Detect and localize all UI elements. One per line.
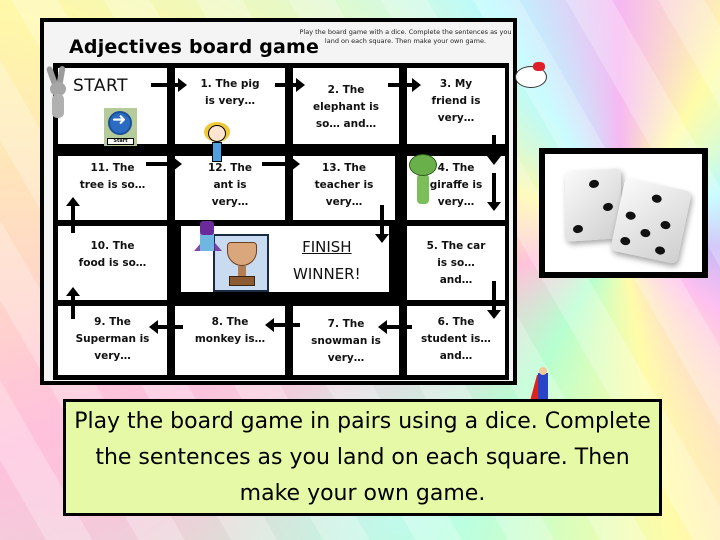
square-start: START Start [58,68,167,146]
die-right-icon [610,177,692,265]
square-10-line-2: food is so… [78,257,147,269]
dice-image-inner [545,154,702,272]
start-label: START [73,76,128,96]
instruction-box: Play the board game in pairs using a dic… [63,399,662,516]
square-2-line-3: so… and… [315,118,377,130]
square-9-line-2: Superman is [75,333,150,345]
square-1-line-2: is very… [205,95,255,107]
square-5: 5. The car is so… and… [407,226,505,300]
square-2: 2. The elephant is so… and… [293,68,399,144]
square-4-line-3: very… [437,196,475,208]
board-title: Adjectives board game [69,36,320,58]
arrow-1-to-2 [275,78,305,92]
square-7-line-3: very… [327,352,365,364]
square-12-line-3: very… [211,196,249,208]
square-9-line-3: very… [94,350,131,362]
arrow-12-to-13 [262,157,300,171]
square-8-line-1: 8. The [211,316,249,328]
dice-image [539,148,708,278]
square-10-line-1: 10. The [90,240,135,252]
arrow-5-to-6 [487,281,501,319]
winner-label: WINNER! [293,265,361,283]
instruction-text: Play the board game in pairs using a dic… [74,408,651,506]
finish-text: FINISH WINNER! [293,234,361,288]
square-3-line-3: very… [437,112,475,124]
arrow-6-to-7 [378,320,412,334]
square-3-line-1: 3. My [439,78,473,90]
square-7: 7. The snowman is very… [293,306,399,375]
arrow-start-to-1 [151,78,187,92]
square-5-line-3: and… [439,274,473,286]
square-5-line-2: is so… [437,257,475,269]
square-11-line-2: tree is so… [79,179,146,191]
arrow-8-to-9 [149,320,183,334]
square-11-line-1: 11. The [90,162,135,174]
square-13-line-3: very… [325,196,363,208]
square-3-line-2: friend is [431,95,481,107]
keroro-icon [409,154,437,212]
finish-label: FINISH [302,238,352,256]
hello-kitty-icon [515,62,547,88]
square-5-line-1: 5. The car [426,240,486,252]
board-inner: Adjectives board game Play the board gam… [44,22,548,401]
board-instructions: Play the board game with a dice. Complet… [299,28,512,45]
square-1: 1. The pig is very… [175,68,285,144]
arrow-11-to-12 [146,157,182,171]
arrow-10-to-11 [66,197,80,233]
square-2-line-1: 2. The [327,84,365,96]
die-left-icon [565,168,621,242]
arrow-13-to-finish [375,205,389,243]
square-7-line-2: snowman is [311,335,381,347]
arrow-3-to-4 [487,135,501,165]
square-4-line-2: giraffe is [429,179,483,191]
arrow-7-to-8 [265,318,300,332]
square-13-line-1: 13. The [321,162,366,174]
arrow-2-to-3 [388,78,421,92]
square-7-line-1: 7. The [327,318,365,330]
right-arrow-icon [108,111,132,135]
start-sign-icon: Start [104,108,137,146]
arrow-4-to-5 [487,173,501,211]
bugs-bunny-icon [45,65,72,121]
square-13-line-2: teacher is [314,179,374,191]
arrow-9-to-10 [66,287,80,319]
square-6-line-1: 6. The [437,316,475,328]
board-game-image: Adjectives board game Play the board gam… [40,18,548,401]
square-1-line-1: 1. The pig [200,78,260,90]
square-12-line-2: ant is [213,179,247,191]
square-4-line-1: 4. The [437,162,475,174]
square-2-line-2: elephant is [313,101,379,113]
square-8-line-2: monkey is… [194,333,266,345]
bubbles-icon [204,122,230,164]
start-sign-label: Start [107,138,134,145]
board-grid: START Start 1. The pig is very… 2. The e… [53,63,509,380]
square-6-line-3: and… [439,350,473,362]
square-3: 3. My friend is very… [407,68,505,144]
square-9-line-1: 9. The [94,316,131,328]
square-8: 8. The monkey is… [175,306,285,375]
square-6-line-2: student is… [421,333,491,345]
bart-simpson-icon [194,221,224,261]
